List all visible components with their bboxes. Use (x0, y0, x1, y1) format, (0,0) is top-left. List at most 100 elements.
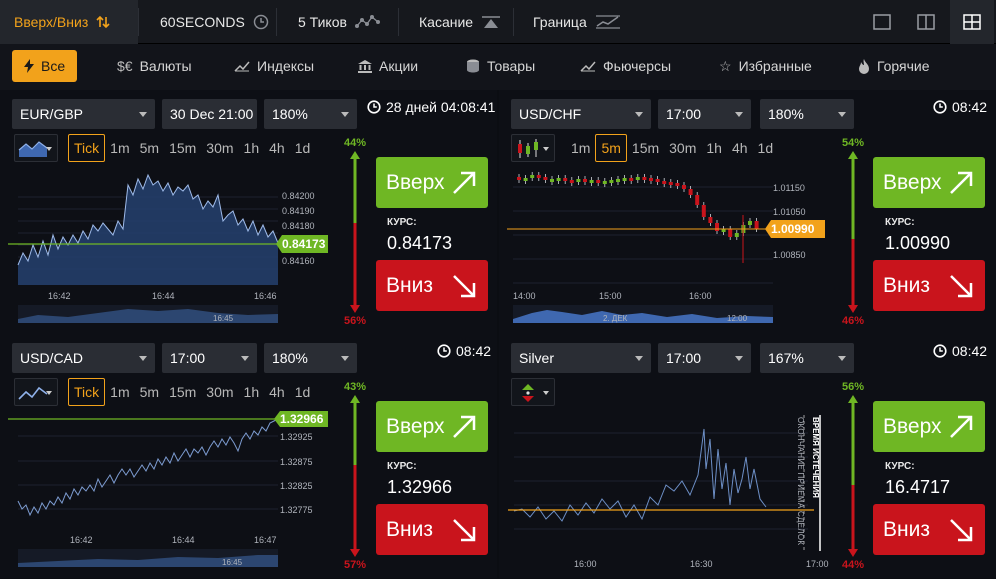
timeframe-1h[interactable]: 1h (239, 378, 265, 406)
divider (138, 8, 139, 36)
navigator-label: 16:45 (222, 558, 243, 567)
filter-futures[interactable]: Фьючерсы (580, 50, 671, 82)
price-chart[interactable]: 1.01150 1.01050 1.00850 1.00990 14:00 15… (507, 165, 827, 325)
filter-stocks[interactable]: Акции (358, 50, 418, 82)
expiry-select[interactable]: 30 Dec 21:00 (162, 99, 257, 129)
filter-hot[interactable]: Горячие (858, 50, 930, 82)
timeframe-1d[interactable]: 1d (290, 134, 316, 162)
payout-select[interactable]: 180% (264, 343, 357, 373)
expiry-select[interactable]: 17:00 (162, 343, 257, 373)
tab-label: Касание (419, 14, 474, 30)
price-chart[interactable]: 0.84200 0.84190 0.84180 0.84160 0.84173 … (8, 165, 328, 325)
layout-dual-button[interactable] (904, 0, 948, 44)
up-percent: 43% (343, 381, 367, 393)
tab-5-ticks[interactable]: 5 Тиков (298, 0, 381, 44)
tab-touch[interactable]: Касание (419, 0, 501, 44)
y-tick: 1.32875 (280, 457, 313, 467)
timeframe-30m[interactable]: 30m (201, 378, 238, 406)
timeframe-tick[interactable]: Tick (68, 378, 106, 406)
chart-type-select[interactable] (14, 378, 58, 406)
expiry-select[interactable]: 17:00 (658, 99, 751, 129)
sentiment-gauge: 54% 46% (838, 137, 868, 327)
timeframe-4h[interactable]: 4h (264, 378, 290, 406)
y-tick: 1.00850 (773, 250, 806, 260)
chart-trend-icon (580, 60, 596, 72)
chevron-down-icon (139, 112, 147, 117)
timeframe-15m[interactable]: 15m (627, 134, 664, 162)
timeframe-5m[interactable]: 5m (135, 134, 164, 162)
rate-label: КУРС: (387, 461, 417, 472)
up-button[interactable]: Вверх (873, 157, 985, 208)
timeframe-1d[interactable]: 1d (753, 134, 779, 162)
timeframe-4h[interactable]: 4h (727, 134, 753, 162)
ticks-icon (354, 15, 380, 28)
chart-type-select[interactable] (511, 134, 555, 162)
payout-select[interactable]: 180% (760, 99, 854, 129)
timeframe-30m[interactable]: 30m (664, 134, 701, 162)
layout-grid-button[interactable] (950, 0, 994, 44)
gauge-arrow (848, 395, 858, 557)
timeframe-15m[interactable]: 15m (164, 378, 201, 406)
filter-currencies[interactable]: $€ Валюты (117, 50, 192, 82)
tab-60seconds[interactable]: 60SECONDS (160, 0, 269, 44)
countdown: 08:42 (933, 343, 987, 359)
down-button[interactable]: Вниз (873, 504, 985, 555)
timeframe-tick[interactable]: Tick (68, 134, 106, 162)
timeframe-5m[interactable]: 5m (135, 378, 164, 406)
candle (629, 178, 634, 181)
expiry-select[interactable]: 17:00 (658, 343, 751, 373)
tab-boundary[interactable]: Граница (533, 0, 621, 44)
up-button[interactable]: Вверх (376, 401, 488, 452)
rate-label: КУРС: (885, 217, 915, 228)
asset-select[interactable]: USD/CAD (12, 343, 155, 373)
countdown: 08:42 (933, 99, 987, 115)
up-button[interactable]: Вверх (873, 401, 985, 452)
rate-value: 16.4717 (885, 477, 951, 497)
price-chart[interactable]: ОКОНЧАНИЕ ПРИЕМА СДЕЛОК ВРЕМЯ ИСТЕЧЕНИЯ … (505, 409, 831, 569)
rate-value: 0.84173 (387, 233, 453, 253)
timeframe-4h[interactable]: 4h (264, 134, 290, 162)
divider (398, 8, 399, 36)
price-tag-value: 1.32966 (280, 412, 324, 426)
filter-favorites[interactable]: ☆ Избранные (719, 50, 812, 82)
asset-value: USD/CHF (519, 106, 582, 122)
down-button[interactable]: Вниз (873, 260, 985, 311)
price-chart[interactable]: 1.32925 1.32875 1.32825 1.32775 1.32966 … (8, 409, 328, 569)
x-tick: 16:00 (689, 291, 712, 301)
expiry-value: 17:00 (170, 350, 206, 366)
trade-panel: USD/CAD 17:00 180% 08:42 Tick 1m 5m 15m … (0, 334, 497, 578)
asset-select[interactable]: EUR/GBP (12, 99, 155, 129)
top-bar: Вверх/Вниз 60SECONDS 5 Тиков Касание Гра… (0, 0, 996, 44)
timeframe-15m[interactable]: 15m (164, 134, 201, 162)
filter-all[interactable]: Все (12, 50, 78, 82)
chevron-down-icon (838, 356, 846, 361)
timeframe-1m[interactable]: 1m (566, 134, 595, 162)
timeframe-30m[interactable]: 30m (201, 134, 238, 162)
down-button[interactable]: Вниз (376, 504, 488, 555)
timeframe-1h[interactable]: 1h (701, 134, 727, 162)
payout-select[interactable]: 180% (264, 99, 357, 129)
filter-indices[interactable]: Индексы (234, 50, 314, 82)
up-button[interactable]: Вверх (376, 157, 488, 208)
chart-type-select[interactable] (511, 378, 555, 406)
timeframe-1m[interactable]: 1m (105, 134, 134, 162)
grid-view-icon (963, 14, 981, 30)
x-tick: 16:47 (254, 535, 277, 545)
chart-type-select[interactable] (14, 134, 58, 162)
down-button[interactable]: Вниз (376, 260, 488, 311)
timeframe-1h[interactable]: 1h (239, 134, 265, 162)
timeframe-1d[interactable]: 1d (290, 378, 316, 406)
payout-select[interactable]: 167% (760, 343, 854, 373)
tab-up-down[interactable]: Вверх/Вниз (0, 0, 138, 44)
timeframe-1m[interactable]: 1m (105, 378, 134, 406)
gauge-arrow (350, 395, 360, 557)
chevron-down-icon (735, 356, 743, 361)
filter-commodities[interactable]: Товары (466, 50, 535, 82)
asset-select[interactable]: Silver (511, 343, 651, 373)
timeframe-5m[interactable]: 5m (595, 134, 627, 162)
chevron-down-icon (838, 112, 846, 117)
candle (616, 179, 620, 182)
layout-single-button[interactable] (860, 0, 904, 44)
arrow-up-right-icon (448, 167, 480, 199)
asset-select[interactable]: USD/CHF (511, 99, 651, 129)
